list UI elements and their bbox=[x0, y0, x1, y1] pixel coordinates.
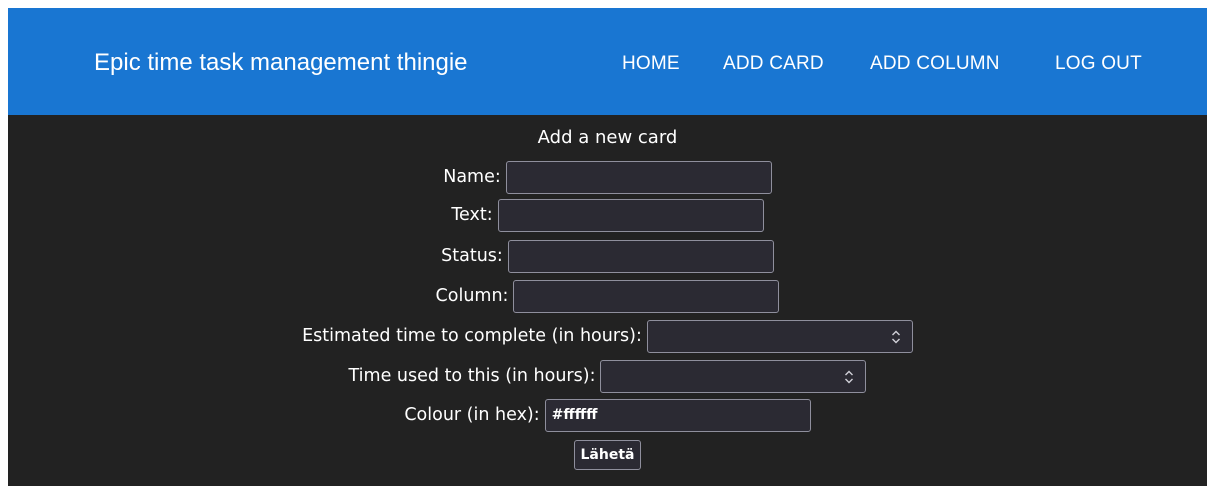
add-card-form: Add a new card Name: Text: Status: Colum… bbox=[8, 115, 1207, 486]
app-title: Epic time task management thingie bbox=[94, 49, 468, 76]
used-row: Time used to this (in hours): bbox=[8, 359, 1207, 393]
text-row: Text: bbox=[8, 198, 1207, 232]
name-input[interactable] bbox=[505, 160, 772, 194]
submit-row: Lähetä bbox=[8, 438, 1207, 472]
used-label: Time used to this (in hours): bbox=[348, 366, 596, 386]
name-label: Name: bbox=[443, 167, 501, 187]
column-row: Column: bbox=[8, 279, 1207, 313]
status-label: Status: bbox=[441, 246, 503, 266]
status-row: Status: bbox=[8, 239, 1207, 273]
nav-home[interactable]: HOME bbox=[622, 52, 680, 76]
name-row: Name: bbox=[8, 160, 1207, 194]
estimated-label: Estimated time to complete (in hours): bbox=[302, 326, 642, 346]
column-input[interactable] bbox=[513, 279, 780, 313]
column-label: Column: bbox=[435, 286, 509, 306]
form-heading: Add a new card bbox=[537, 127, 678, 148]
nav-log-out[interactable]: LOG OUT bbox=[1055, 52, 1142, 76]
status-input[interactable] bbox=[507, 239, 774, 273]
colour-input[interactable] bbox=[544, 398, 811, 432]
estimated-row: Estimated time to complete (in hours): bbox=[8, 319, 1207, 353]
submit-button[interactable]: Lähetä bbox=[573, 440, 642, 470]
colour-label: Colour (in hex): bbox=[404, 405, 540, 425]
top-app-bar: Epic time task management thingie HOME A… bbox=[8, 8, 1207, 115]
spinner-arrows-icon[interactable] bbox=[891, 330, 901, 344]
text-input[interactable] bbox=[497, 198, 764, 232]
estimated-number-input[interactable] bbox=[646, 319, 913, 353]
nav-add-column[interactable]: ADD COLUMN bbox=[870, 52, 1000, 76]
text-label: Text: bbox=[451, 205, 493, 225]
spinner-arrows-icon[interactable] bbox=[844, 370, 854, 384]
colour-row: Colour (in hex): bbox=[8, 398, 1207, 432]
app-window: Epic time task management thingie HOME A… bbox=[8, 8, 1207, 486]
used-number-input[interactable] bbox=[600, 359, 867, 393]
nav-add-card[interactable]: ADD CARD bbox=[723, 52, 824, 76]
